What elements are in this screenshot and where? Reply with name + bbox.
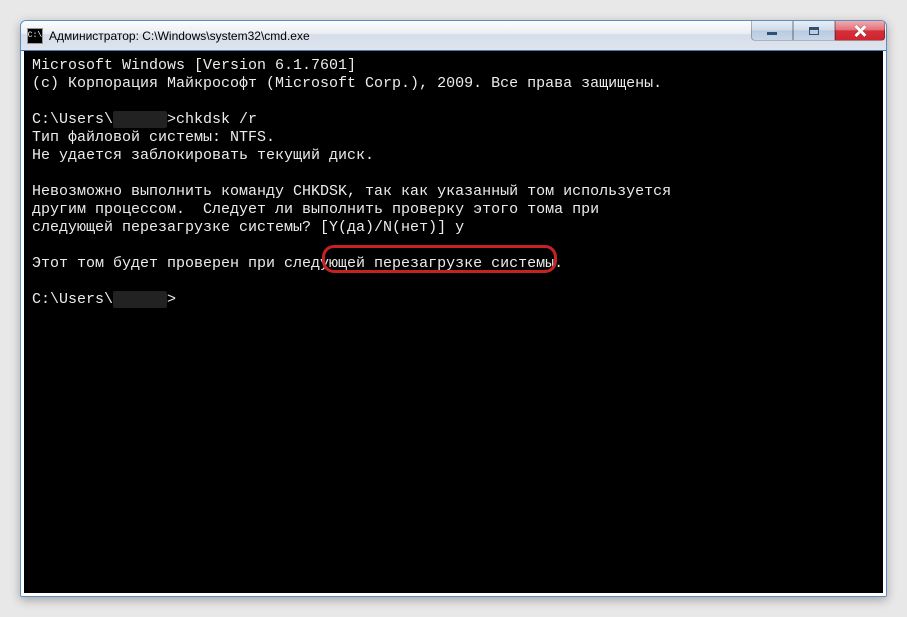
cmd-icon: C:\ <box>27 28 43 44</box>
minimize-button[interactable] <box>751 21 793 41</box>
console-line: Этот том будет проверен при следующей пе… <box>32 255 563 272</box>
console-line: другим процессом. Следует ли выполнить п… <box>32 201 599 218</box>
console-line: Тип файловой системы: NTFS. <box>32 129 275 146</box>
choice-prompt: [Y(да)/N(нет)] y <box>320 219 464 236</box>
prompt-path: C:\Users\ <box>32 291 113 308</box>
command-text: >chkdsk /r <box>167 111 257 128</box>
close-icon <box>854 25 866 37</box>
minimize-icon <box>767 32 777 35</box>
prompt-line: C:\Users\ > <box>32 291 176 308</box>
prompt-caret: > <box>167 291 176 308</box>
close-button[interactable] <box>835 21 885 41</box>
console-line: Microsoft Windows [Version 6.1.7601] <box>32 57 356 74</box>
cmd-window: C:\ Администратор: C:\Windows\system32\c… <box>20 20 887 597</box>
prompt-path: C:\Users\ <box>32 111 113 128</box>
username-blurred <box>113 111 167 128</box>
console-line: следующей перезагрузке системы? [Y(да)/N… <box>32 219 464 236</box>
username-blurred <box>113 291 167 308</box>
maximize-icon <box>809 27 819 35</box>
window-title: Администратор: C:\Windows\system32\cmd.e… <box>49 29 751 43</box>
maximize-button[interactable] <box>793 21 835 41</box>
prompt-line: C:\Users\ >chkdsk /r <box>32 111 257 128</box>
console-area[interactable]: Microsoft Windows [Version 6.1.7601] (c)… <box>21 51 886 596</box>
console-line: Невозможно выполнить команду CHKDSK, так… <box>32 183 671 200</box>
console-line: Не удается заблокировать текущий диск. <box>32 147 374 164</box>
titlebar[interactable]: C:\ Администратор: C:\Windows\system32\c… <box>21 21 886 51</box>
msg-text: следующей перезагрузке системы? <box>32 219 320 236</box>
console-line: (c) Корпорация Майкрософт (Microsoft Cor… <box>32 75 662 92</box>
window-controls <box>751 21 885 50</box>
